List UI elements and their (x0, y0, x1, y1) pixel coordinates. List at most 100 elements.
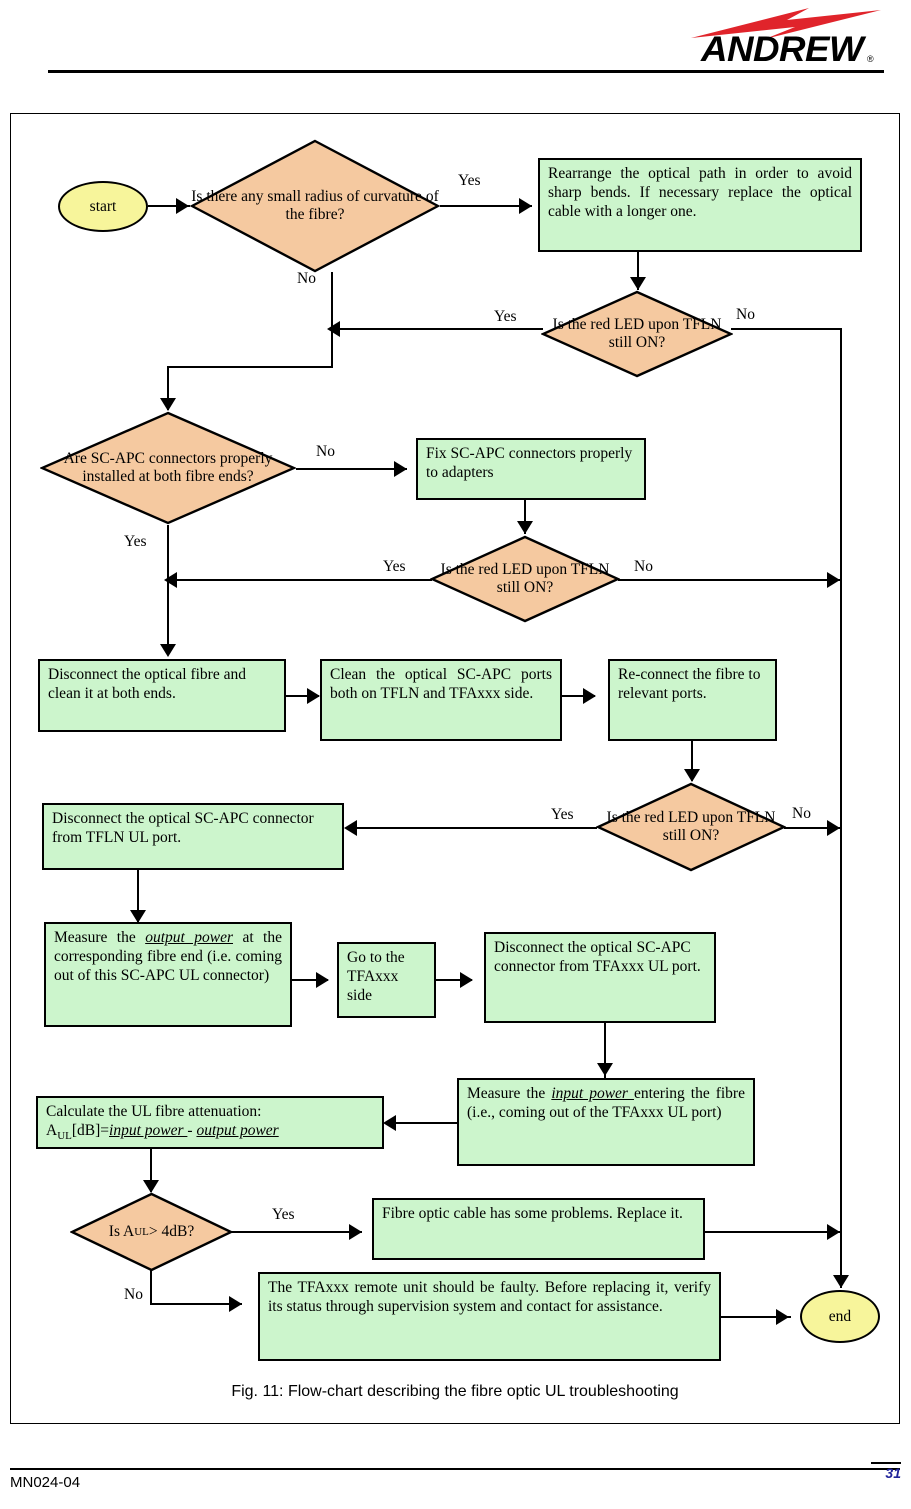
arrowhead-p4-to-p5 (583, 688, 596, 704)
edge-d4-yes-to-spine (167, 579, 432, 581)
figure-caption: Fig. 11: Flow-chart describing the fibre… (231, 1383, 679, 1400)
diamond-shape (40, 411, 296, 525)
node-process-calculate-line1: Calculate the UL fibre attenuation: (46, 1103, 262, 1120)
arrowhead-p10-to-p11 (383, 1115, 396, 1131)
footer-page-wrapper: 31 (861, 1462, 901, 1481)
arrowhead-p12-to-right-spine (827, 1224, 840, 1240)
node-process-disconnect-tfln-label: Disconnect the optical SC-APC connector … (52, 810, 314, 846)
diamond-shape (596, 782, 786, 872)
diamond-shape (541, 290, 733, 378)
page-header: ANDREW ® (0, 0, 911, 78)
node-process-measure-output-power: Measure the output power at the correspo… (44, 922, 292, 1027)
footer-document-number: MN024-04 (10, 1474, 81, 1491)
node-process-fix-sc-apc: Fix SC-APC connectors properly to adapte… (416, 438, 646, 500)
arrowhead-d6-yes-to-p12 (349, 1224, 362, 1240)
node-decision-radius-of-curvature: Is there any small radius of curvature o… (190, 139, 440, 273)
node-process-tfaxxx-faulty: The TFAxxx remote unit should be faulty.… (258, 1272, 721, 1361)
arrowhead-d3-no-to-p2 (394, 461, 407, 477)
formula-subscript: UL (57, 1130, 72, 1142)
arrowhead-p9-to-p10 (597, 1063, 613, 1076)
edge-label-d5-yes: Yes (551, 806, 574, 823)
diamond-shape (70, 1192, 233, 1272)
arrowhead-d4-yes (164, 572, 177, 588)
arrowhead-p13-to-end (776, 1309, 789, 1325)
arrowhead-start-to-d1 (176, 198, 189, 214)
arrowhead-p8-to-p9 (460, 972, 473, 988)
node-process-tfaxxx-faulty-label: The TFAxxx remote unit should be faulty.… (268, 1279, 711, 1315)
node-process-fibre-cable-problem-label: Fibre optic cable has some problems. Rep… (382, 1205, 683, 1222)
edge-d6-no-vertical (150, 1270, 152, 1305)
node-process-disconnect-clean-fibre: Disconnect the optical fibre and clean i… (38, 659, 286, 732)
node-end-label: end (828, 1307, 852, 1325)
node-process-fix-sc-apc-label: Fix SC-APC connectors properly to adapte… (426, 445, 633, 481)
edge-label-d3-yes: Yes (124, 533, 147, 550)
arrowhead-d5-yes (344, 820, 357, 836)
node-process-calculate-formula: AUL[dB]=input power - output power (46, 1122, 374, 1144)
edge-label-d6-yes: Yes (272, 1206, 295, 1223)
node-decision-sc-apc-connectors: Are SC-APC connectors properly installed… (40, 411, 296, 525)
edge-d6-yes-to-p12 (231, 1231, 362, 1233)
right-spine-line (840, 328, 842, 1288)
edge-d5-yes-to-p6 (347, 827, 597, 829)
node-process-go-to-tfaxxx: Go to the TFAxxx side (337, 942, 436, 1018)
brand-wordmark: ANDREW (701, 30, 864, 69)
edge-d2-yes-to-spine (330, 328, 543, 330)
edge-d3-yes-vertical (167, 525, 169, 655)
edge-label-d2-no: No (736, 306, 755, 323)
node-process-go-to-tfaxxx-label: Go to the TFAxxx side (347, 949, 405, 1004)
node-process-measure-output-emphasis: output power (145, 929, 233, 946)
arrowhead-d5-no (827, 820, 840, 836)
node-start: start (58, 181, 148, 232)
edge-d1-no-vertical (331, 272, 333, 368)
node-decision-led-3: Is the red LED upon TFLN still ON? (596, 782, 786, 872)
edge-label-d6-no: No (124, 1286, 143, 1303)
arrowhead-p3-to-p4 (307, 688, 320, 704)
node-process-reconnect-fibre: Re-connect the fibre to relevant ports. (608, 659, 777, 741)
footer-page-divider (871, 1462, 901, 1464)
edge-label-d4-no: No (634, 558, 653, 575)
node-process-disconnect-tfaxxx-ul: Disconnect the optical SC-APC connector … (484, 932, 716, 1023)
formula-mid: [dB]= (71, 1121, 110, 1139)
edge-label-d1-no: No (297, 270, 316, 287)
node-process-fibre-cable-problem: Fibre optic cable has some problems. Rep… (372, 1198, 705, 1260)
arrowhead-p2-to-d4 (517, 521, 533, 534)
diamond-shape (190, 139, 440, 273)
edge-label-d3-no: No (316, 443, 335, 460)
edge-d3-no-to-p2 (296, 468, 407, 470)
edge-label-d1-yes: Yes (458, 172, 481, 189)
edge-spine-jog-horizontal (167, 366, 333, 368)
formula-term-input-power: input power (109, 1121, 188, 1139)
node-end: end (800, 1290, 880, 1343)
node-process-disconnect-clean-label: Disconnect the optical fibre and clean i… (48, 666, 246, 702)
arrowhead-p5-to-d5 (684, 769, 700, 782)
formula-term-output-power: output power (196, 1121, 279, 1139)
node-process-measure-input-emphasis: input power (551, 1085, 634, 1102)
arrowhead-right-spine-to-end (833, 1275, 849, 1288)
arrowhead-d3-yes-to-p3 (160, 644, 176, 657)
node-decision-led-1: Is the red LED upon TFLN still ON? (541, 290, 733, 378)
arrowhead-d4-no (827, 572, 840, 588)
node-decision-attenuation-threshold: Is A UL > 4dB? (70, 1192, 233, 1272)
edge-p12-to-right-spine (705, 1231, 842, 1233)
header-divider (48, 70, 884, 73)
node-process-disconnect-tfln-ul: Disconnect the optical SC-APC connector … (42, 803, 344, 870)
node-decision-led-2: Is the red LED upon TFLN still ON? (430, 535, 620, 623)
node-process-measure-output-part1: Measure the (54, 929, 146, 946)
node-start-label: start (89, 197, 117, 215)
edge-p10-to-p11 (386, 1122, 459, 1124)
edge-d4-no-to-right-spine (618, 579, 842, 581)
node-process-reconnect-label: Re-connect the fibre to relevant ports. (618, 666, 761, 702)
edge-d2-no-to-right-spine (731, 328, 842, 330)
edge-label-d5-no: No (792, 805, 811, 822)
arrowhead-p1-to-d2 (630, 277, 646, 290)
arrowhead-to-d3 (160, 398, 176, 411)
arrowhead-d2-yes (327, 321, 340, 337)
arrowhead-p7-to-p8 (316, 972, 329, 988)
diamond-shape (430, 535, 620, 623)
node-process-rearrange-label: Rearrange the optical path in order to a… (548, 165, 852, 220)
node-process-clean-ports-label: Clean the optical SC-APC ports both on T… (330, 666, 552, 702)
node-process-measure-input-power: Measure the input power entering the fib… (457, 1078, 755, 1166)
andrew-logo: ANDREW ® (643, 6, 883, 69)
node-process-rearrange-optical-path: Rearrange the optical path in order to a… (538, 158, 862, 252)
node-process-disconnect-tfaxxx-label: Disconnect the optical SC-APC connector … (494, 939, 701, 975)
